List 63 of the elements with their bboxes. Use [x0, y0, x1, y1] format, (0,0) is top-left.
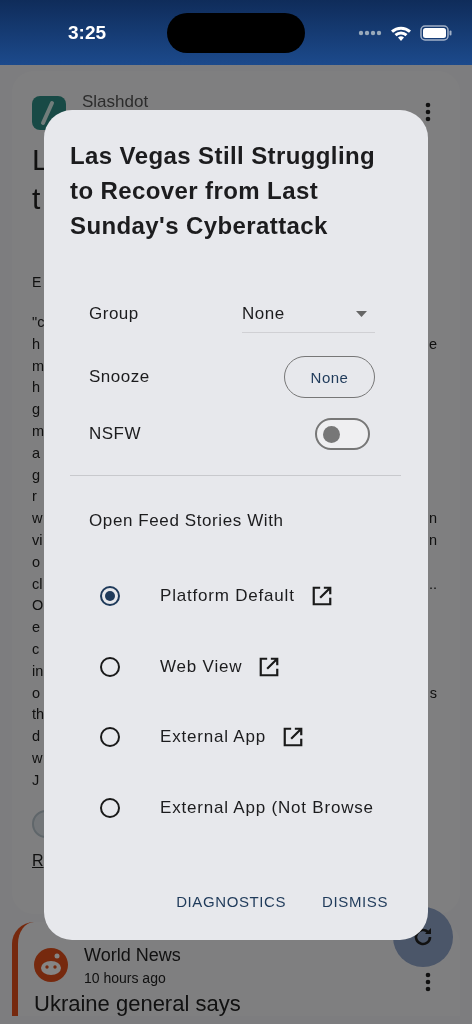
body-text: th [32, 705, 45, 725]
group-dropdown[interactable]: None [242, 295, 375, 333]
body-text: O [32, 596, 44, 616]
body-text: n [428, 530, 437, 550]
body-text: s [429, 683, 437, 703]
read-link[interactable]: R [32, 851, 44, 870]
body-text: in [32, 661, 44, 681]
snooze-label: Snooze [89, 367, 151, 387]
signal-icon [358, 29, 382, 36]
body-text: r [32, 487, 37, 507]
body-text: h [32, 378, 41, 398]
dialog-title: Las Vegas Still Struggling to Recover from Last Sunday's Cyberattack [70, 141, 377, 241]
alien-logo-icon [34, 948, 68, 982]
nsfw-label: NSFW [89, 424, 143, 444]
option-label: External App [160, 727, 266, 748]
clock-time: 3:25 [68, 21, 108, 44]
body-text: a [32, 443, 41, 463]
body-text: g [32, 400, 41, 420]
body-text: "c [32, 313, 45, 332]
open-option[interactable]: External App [100, 702, 428, 773]
body-text: d [32, 727, 41, 747]
radio-button[interactable] [100, 797, 120, 818]
body-text: e [32, 618, 41, 638]
caret-icon [356, 310, 367, 317]
source-name: Slashdot [82, 92, 149, 112]
more-icon[interactable] [425, 102, 431, 122]
open-option[interactable]: Platform Default [100, 561, 428, 632]
radio-button[interactable] [100, 656, 120, 677]
body-text: cl [32, 574, 43, 594]
open-option[interactable]: External App (Not Browse [100, 772, 428, 843]
body-text: e [428, 334, 437, 354]
more-icon[interactable] [425, 972, 431, 992]
body-text: .. [428, 574, 437, 594]
source-name: World News [84, 944, 181, 966]
body-text: w [32, 509, 43, 529]
option-label: Platform Default [160, 586, 295, 607]
body-text: n [428, 509, 437, 529]
headline-text: Ukraine general says [34, 992, 242, 1016]
option-label: External App (Not Browse [160, 797, 374, 818]
post-time: 10 hours ago [84, 969, 167, 986]
option-label: Web View [160, 656, 243, 677]
body-text: o [32, 552, 41, 572]
body-text: J [32, 770, 40, 790]
radio-button[interactable] [100, 727, 120, 748]
body-text: w [32, 748, 43, 768]
headline-text: t [32, 181, 41, 217]
nsfw-toggle[interactable] [315, 418, 370, 450]
dialog-button[interactable]: DISMISS [322, 893, 388, 910]
dialog-button[interactable]: DIAGNOSTICS [176, 893, 287, 910]
body-text: g [32, 465, 41, 485]
radio-button[interactable] [100, 586, 120, 607]
open-option[interactable]: Web View [100, 631, 428, 702]
battery-icon [420, 24, 452, 41]
body-text: h [32, 334, 41, 354]
body-text: c [32, 639, 40, 659]
body-text: vi [32, 530, 43, 550]
body-text: o [32, 683, 41, 703]
body-text: m [32, 356, 45, 376]
body-text: m [32, 422, 45, 441]
wifi-icon [390, 24, 412, 41]
author-text: E [32, 274, 43, 290]
group-label: Group [89, 304, 140, 324]
section-heading: Open Feed Stories With [89, 511, 285, 531]
